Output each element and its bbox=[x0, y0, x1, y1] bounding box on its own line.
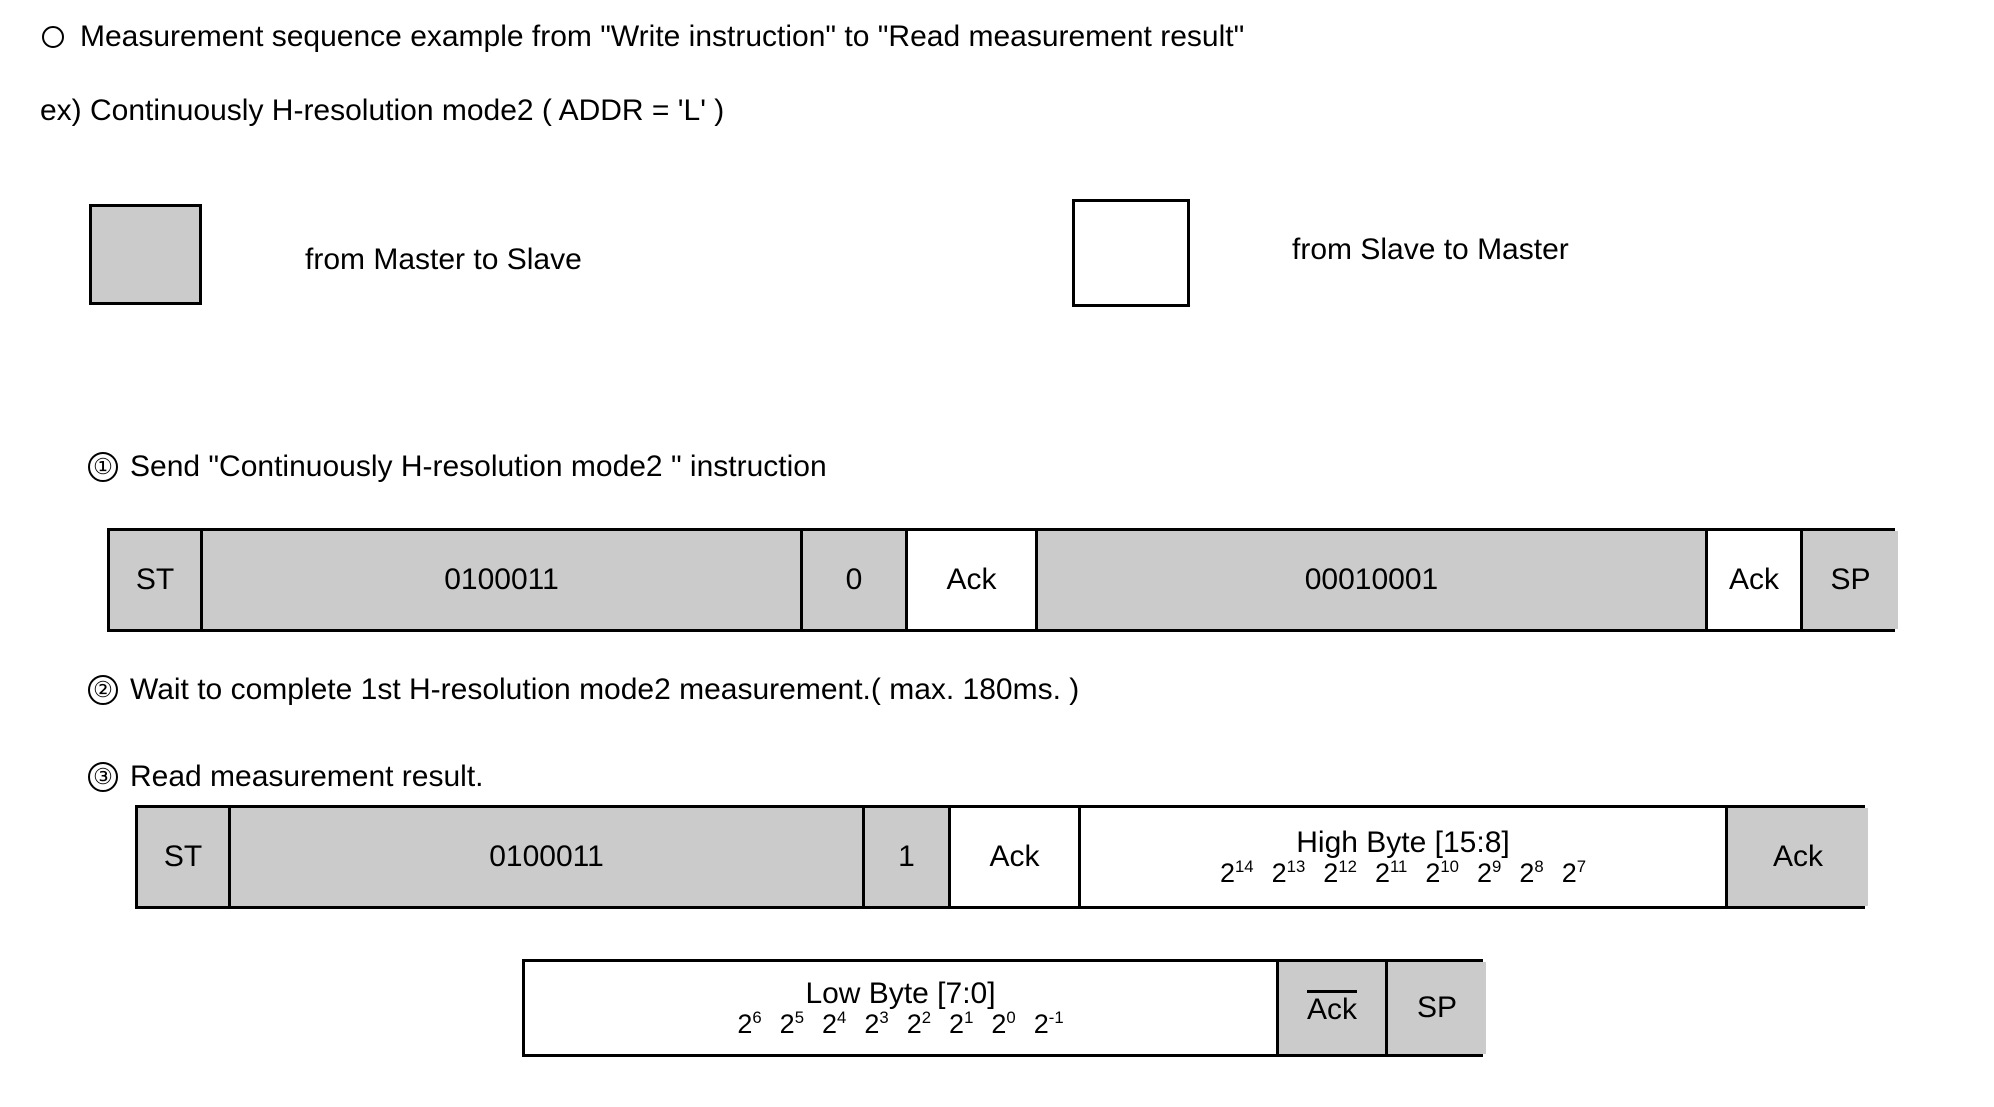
step-1-number: ① bbox=[88, 452, 118, 482]
read-low-byte-title: Low Byte [7:0] bbox=[805, 976, 996, 1010]
step-1-row: ① Send "Continuously H-resolution mode2 … bbox=[88, 450, 827, 484]
cell-label: Ack bbox=[1728, 563, 1779, 597]
step-3-row: ③ Read measurement result. bbox=[88, 760, 484, 794]
write-cell-ack-5: Ack bbox=[1708, 531, 1803, 629]
bit-weight: 24 bbox=[822, 1008, 847, 1040]
diagram-page: Measurement sequence example from "Write… bbox=[0, 0, 1994, 1107]
cell-label: Ack bbox=[1772, 840, 1823, 874]
bit-weight: 213 bbox=[1271, 857, 1306, 889]
bit-weight: 210 bbox=[1425, 857, 1459, 889]
bit-weight: 25 bbox=[779, 1008, 805, 1040]
frame-read-high-byte: ST 0100011 1 Ack High Byte [15:8] 214 213 212 21… bbox=[135, 805, 1868, 909]
step-3-number: ③ bbox=[88, 762, 118, 792]
read-high-cell-1-2: 1 bbox=[865, 808, 951, 906]
write-cell-ack-3: Ack bbox=[908, 531, 1038, 629]
bit-weight: 2-1 bbox=[1033, 1008, 1064, 1040]
frame-read-low-byte: Low Byte [7:0] 26 25 24 23 22 21 20 2-1 Ack SP bbox=[522, 959, 1486, 1057]
bit-weight: 29 bbox=[1477, 857, 1502, 889]
legend-swatch-slave bbox=[1072, 199, 1190, 307]
step-1-text: Send "Continuously H-resolution mode2 " … bbox=[130, 450, 827, 483]
cell-label: Ack bbox=[946, 563, 997, 597]
bit-weight: 211 bbox=[1374, 857, 1408, 889]
legend-label-slave: from Slave to Master bbox=[1292, 233, 1569, 266]
bit-weight: 28 bbox=[1519, 857, 1544, 889]
write-cell-0100011-1: 0100011 bbox=[203, 531, 803, 629]
read-high-cell-ack-5: Ack bbox=[1728, 808, 1868, 906]
read-high-cell-st-0: ST bbox=[138, 808, 231, 906]
cell-label: 0 bbox=[845, 563, 863, 597]
read-high-cell-ack-3: Ack bbox=[951, 808, 1081, 906]
cell-label: 1 bbox=[898, 840, 915, 874]
step-3-text: Read measurement result. bbox=[130, 760, 484, 793]
frame-write-instruction: ST 0100011 0 Ack 00010001 Ack SP bbox=[107, 528, 1898, 632]
page-title: Measurement sequence example from "Write… bbox=[80, 20, 1245, 53]
step-2-row: ② Wait to complete 1st H-resolution mode… bbox=[88, 673, 1079, 707]
read-low-bit-weights: 26 25 24 23 22 21 20 2-1 bbox=[728, 1008, 1072, 1040]
read-high-byte-title: High Byte [15:8] bbox=[1296, 825, 1510, 859]
bit-weight: 27 bbox=[1561, 857, 1587, 889]
cell-label: Ack bbox=[989, 840, 1040, 874]
cell-label: ST bbox=[163, 840, 203, 874]
nack-label: Ack bbox=[1306, 990, 1357, 1026]
write-cell-00010001-4: 00010001 bbox=[1038, 531, 1708, 629]
write-cell-0-2: 0 bbox=[803, 531, 908, 629]
legend-swatch-master bbox=[89, 204, 202, 305]
example-line: ex) Continuously H-resolution mode2 ( AD… bbox=[40, 94, 725, 127]
bit-weight: 23 bbox=[864, 1008, 889, 1040]
bit-weight: 212 bbox=[1323, 857, 1357, 889]
write-cell-sp-6: SP bbox=[1803, 531, 1898, 629]
legend-label-master: from Master to Slave bbox=[305, 243, 582, 276]
bit-weight: 26 bbox=[737, 1008, 762, 1040]
cell-label: 0100011 bbox=[489, 840, 604, 874]
step-2-text: Wait to complete 1st H-resolution mode2 … bbox=[130, 673, 1080, 706]
read-low-byte-cell: Low Byte [7:0] 26 25 24 23 22 21 20 2-1 bbox=[525, 962, 1279, 1054]
cell-label: SP bbox=[1416, 991, 1458, 1025]
write-cell-st-0: ST bbox=[110, 531, 203, 629]
step-2-number: ② bbox=[88, 675, 118, 705]
read-high-bit-weights: 214 213 212 211 210 29 28 27 bbox=[1211, 857, 1595, 889]
bit-weight: 20 bbox=[991, 1008, 1016, 1040]
cell-label: ST bbox=[135, 563, 175, 597]
bit-weight: 21 bbox=[949, 1008, 974, 1040]
cell-label: 00010001 bbox=[1304, 563, 1439, 597]
cell-label: 0100011 bbox=[444, 563, 559, 597]
read-high-cell-0100011-1: 0100011 bbox=[231, 808, 865, 906]
read-high-byte-cell: High Byte [15:8] 214 213 212 211 210 29 28 27 bbox=[1081, 808, 1728, 906]
header-bullet-row: Measurement sequence example from "Write… bbox=[42, 20, 1244, 54]
cell-label: SP bbox=[1830, 563, 1871, 597]
read-low-cell-sp-2: SP bbox=[1388, 962, 1486, 1054]
bit-weight: 22 bbox=[906, 1008, 932, 1040]
circle-outline-icon bbox=[42, 26, 64, 48]
bit-weight: 214 bbox=[1219, 857, 1254, 889]
read-low-cell-ack-1: Ack bbox=[1279, 962, 1388, 1054]
